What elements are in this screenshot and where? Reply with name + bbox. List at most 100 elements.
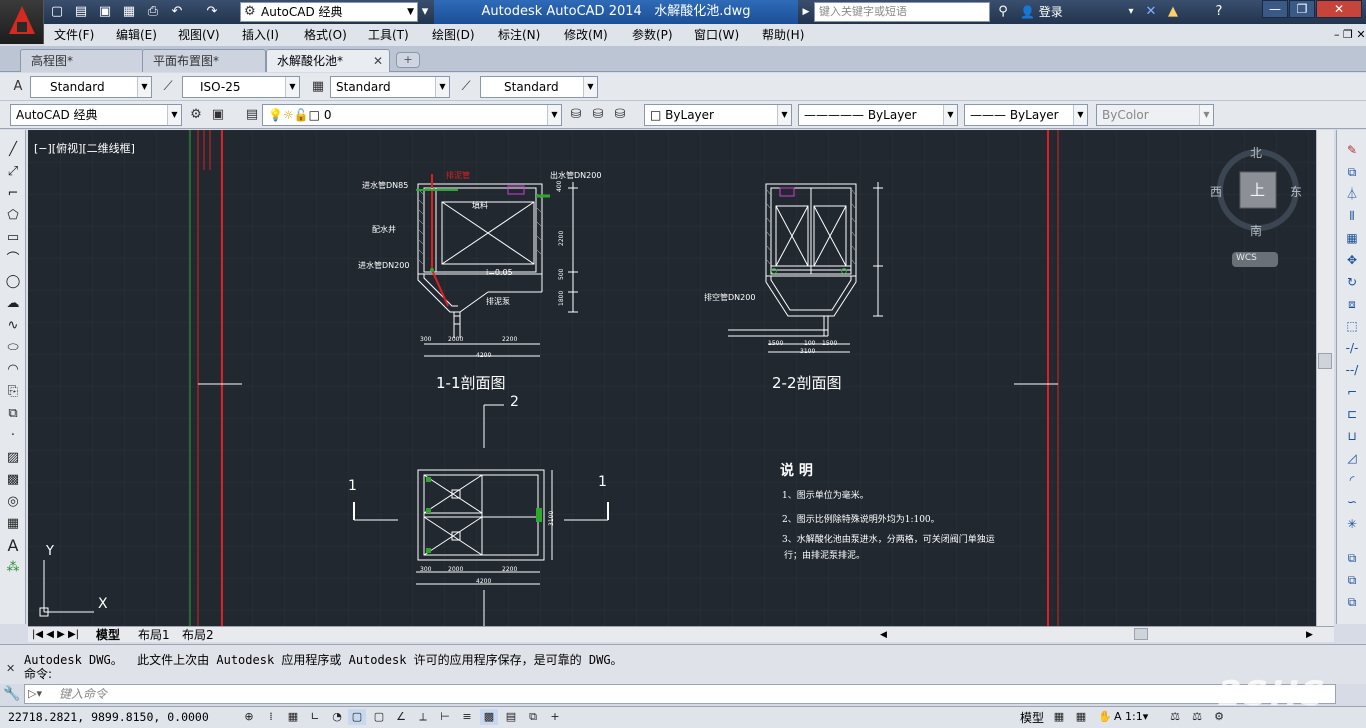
join-icon[interactable]: ⊔ [1342,426,1362,446]
save-icon[interactable]: ▣ [96,3,114,21]
menu-edit[interactable]: 编辑(E) [116,26,157,44]
autodesk360-icon[interactable]: ▲ [1164,3,1182,21]
send-back-icon[interactable]: ⧉ [1342,592,1362,612]
annotation-visibility-icon[interactable]: ⚖ [1166,709,1184,725]
search-icon[interactable]: ⚲ [994,3,1012,21]
layer-properties-icon[interactable]: ▤ [242,105,262,125]
gear-icon[interactable]: ⚙ [186,105,206,125]
undo-icon[interactable]: ↶ [168,3,186,21]
copy-icon[interactable]: ⧉ [1342,162,1362,182]
help-icon[interactable]: ? [1210,3,1228,21]
workspace-toolbar-select[interactable]: AutoCAD 经典 ▼ [10,104,182,126]
annotation-scale[interactable]: A 1:1▾ [1114,710,1148,723]
table-style-icon[interactable]: ▦ [308,77,328,97]
quick-view-layouts-icon[interactable]: ▦ [1050,709,1068,725]
explode-icon[interactable]: ✳ [1342,514,1362,534]
menu-dimension[interactable]: 标注(N) [498,26,540,44]
snap-icon[interactable]: ⁞ [262,709,280,725]
lineweight-icon[interactable]: ≡ [458,709,476,725]
insert-block-icon[interactable]: ⎘ [3,382,23,402]
annotation-monitor-icon[interactable]: + [546,709,564,725]
region-icon[interactable]: ◎ [3,492,23,512]
workspace-save-icon[interactable]: ▣ [208,105,228,125]
model-space-button[interactable]: 模型 [1020,709,1044,726]
wrench-icon[interactable]: 🔧 [3,686,21,704]
add-selected-icon[interactable]: ⁂ [3,558,23,578]
tab-layout1[interactable]: 布局1 [138,628,170,642]
hatch-icon[interactable]: ▨ [3,448,23,468]
command-recent-icon[interactable]: ▷▾ [28,687,42,700]
tab-layout2[interactable]: 布局2 [182,628,214,642]
tab-site-plan[interactable]: 平面布置图* [142,49,266,72]
tab-elevation[interactable]: 高程图* [20,49,144,72]
3d-osnap-icon[interactable]: ▢ [370,709,388,725]
mleader-style-icon[interactable]: ⟋ [456,77,476,97]
close-icon[interactable]: ✕ [6,662,15,675]
menu-view[interactable]: 视图(V) [178,26,220,44]
bring-front-icon[interactable]: ⧉ [1342,570,1362,590]
quick-access-dropdown-icon[interactable]: ▾ [418,3,432,21]
polygon-icon[interactable]: ⬠ [3,206,23,226]
fillet-icon[interactable]: ◜ [1342,470,1362,490]
auto-scale-icon[interactable]: ⚖ [1188,709,1206,725]
close-button[interactable]: ✕ [1316,0,1362,18]
search-input[interactable]: 键入关键字或短语 [814,2,990,22]
layer-states-icon[interactable]: ⛁ [610,105,630,125]
transparency-icon[interactable]: ▩ [480,709,498,725]
point-icon[interactable]: · [3,426,23,446]
viewcube-west[interactable]: 西 [1210,183,1222,200]
menu-modify[interactable]: 修改(M) [564,26,608,44]
move-icon[interactable]: ✥ [1342,250,1362,270]
menu-insert[interactable]: 插入(I) [242,26,279,44]
line-icon[interactable]: ╱ [3,140,23,160]
rotate-icon[interactable]: ↻ [1342,272,1362,292]
login-button[interactable]: 👤 登录 [1020,2,1063,22]
vertical-scrollbar[interactable] [1316,130,1334,626]
print-icon[interactable]: ⎙ [144,3,162,21]
viewport-controls[interactable]: [−][俯视][二维线框] [34,140,135,156]
quick-view-drawings-icon[interactable]: ▦ [1072,709,1090,725]
ortho-icon[interactable]: ∟ [306,709,324,725]
chamfer-icon[interactable]: ◿ [1342,448,1362,468]
color-select[interactable]: □ ByLayer ▼ [644,104,792,126]
revision-cloud-icon[interactable]: ☁ [3,294,23,314]
workspace-select[interactable]: ⚙ AutoCAD 经典 ▼ [240,2,418,22]
layer-previous-icon[interactable]: ⛁ [588,105,608,125]
menu-format[interactable]: 格式(O) [304,26,347,44]
exchange-icon[interactable]: ✕ [1142,3,1160,21]
command-input[interactable]: 键入命令 [24,684,1336,704]
open-file-icon[interactable]: ▤ [72,3,90,21]
table-icon[interactable]: ▦ [3,514,23,534]
mleader-style-select[interactable]: Standard ▼ [480,76,598,98]
layout-nav-icons[interactable]: |◀ ◀ ▶ ▶| [32,628,79,642]
break-icon[interactable]: ⊏ [1342,404,1362,424]
menu-parameters[interactable]: 参数(P) [632,26,673,44]
redo-icon[interactable]: ↷ [203,3,221,21]
table-style-select[interactable]: Standard ▼ [330,76,450,98]
draw-order-icon[interactable]: ⧉ [1342,548,1362,568]
viewcube-south[interactable]: 南 [1250,222,1262,239]
array-icon[interactable]: ▦ [1342,228,1362,248]
menu-file[interactable]: 文件(F) [54,26,94,44]
make-current-layer-icon[interactable]: ⛁ [566,105,586,125]
tab-model[interactable]: 模型 [96,628,120,642]
plotstyle-select[interactable]: ByColor ▼ [1096,104,1214,126]
ellipse-arc-icon[interactable]: ◠ [3,360,23,380]
osnap-icon[interactable]: ▢ [348,709,366,725]
hscroll-right-icon[interactable]: ▶ [1306,628,1313,642]
application-menu-button[interactable] [0,0,44,44]
ellipse-icon[interactable]: ⬭ [3,338,23,358]
save-as-icon[interactable]: ▦ [120,3,138,21]
blend-curves-icon[interactable]: ∽ [1342,492,1362,512]
make-block-icon[interactable]: ⧉ [3,404,23,424]
layer-select[interactable]: 💡☼🔓□ 0 ▼ [262,104,562,126]
selection-cycling-icon[interactable]: ⧉ [524,709,542,725]
viewcube-east[interactable]: 东 [1290,183,1302,200]
text-style-select[interactable]: Standard ▼ [30,76,152,98]
mtext-icon[interactable]: A [3,536,23,556]
restore-button[interactable]: ❐ [1289,0,1315,18]
menu-draw[interactable]: 绘图(D) [432,26,475,44]
wcs-menu[interactable]: WCS [1236,253,1257,263]
arc-icon[interactable]: ⌒ [3,250,23,270]
pan-icon[interactable]: ✋ [1096,709,1114,725]
